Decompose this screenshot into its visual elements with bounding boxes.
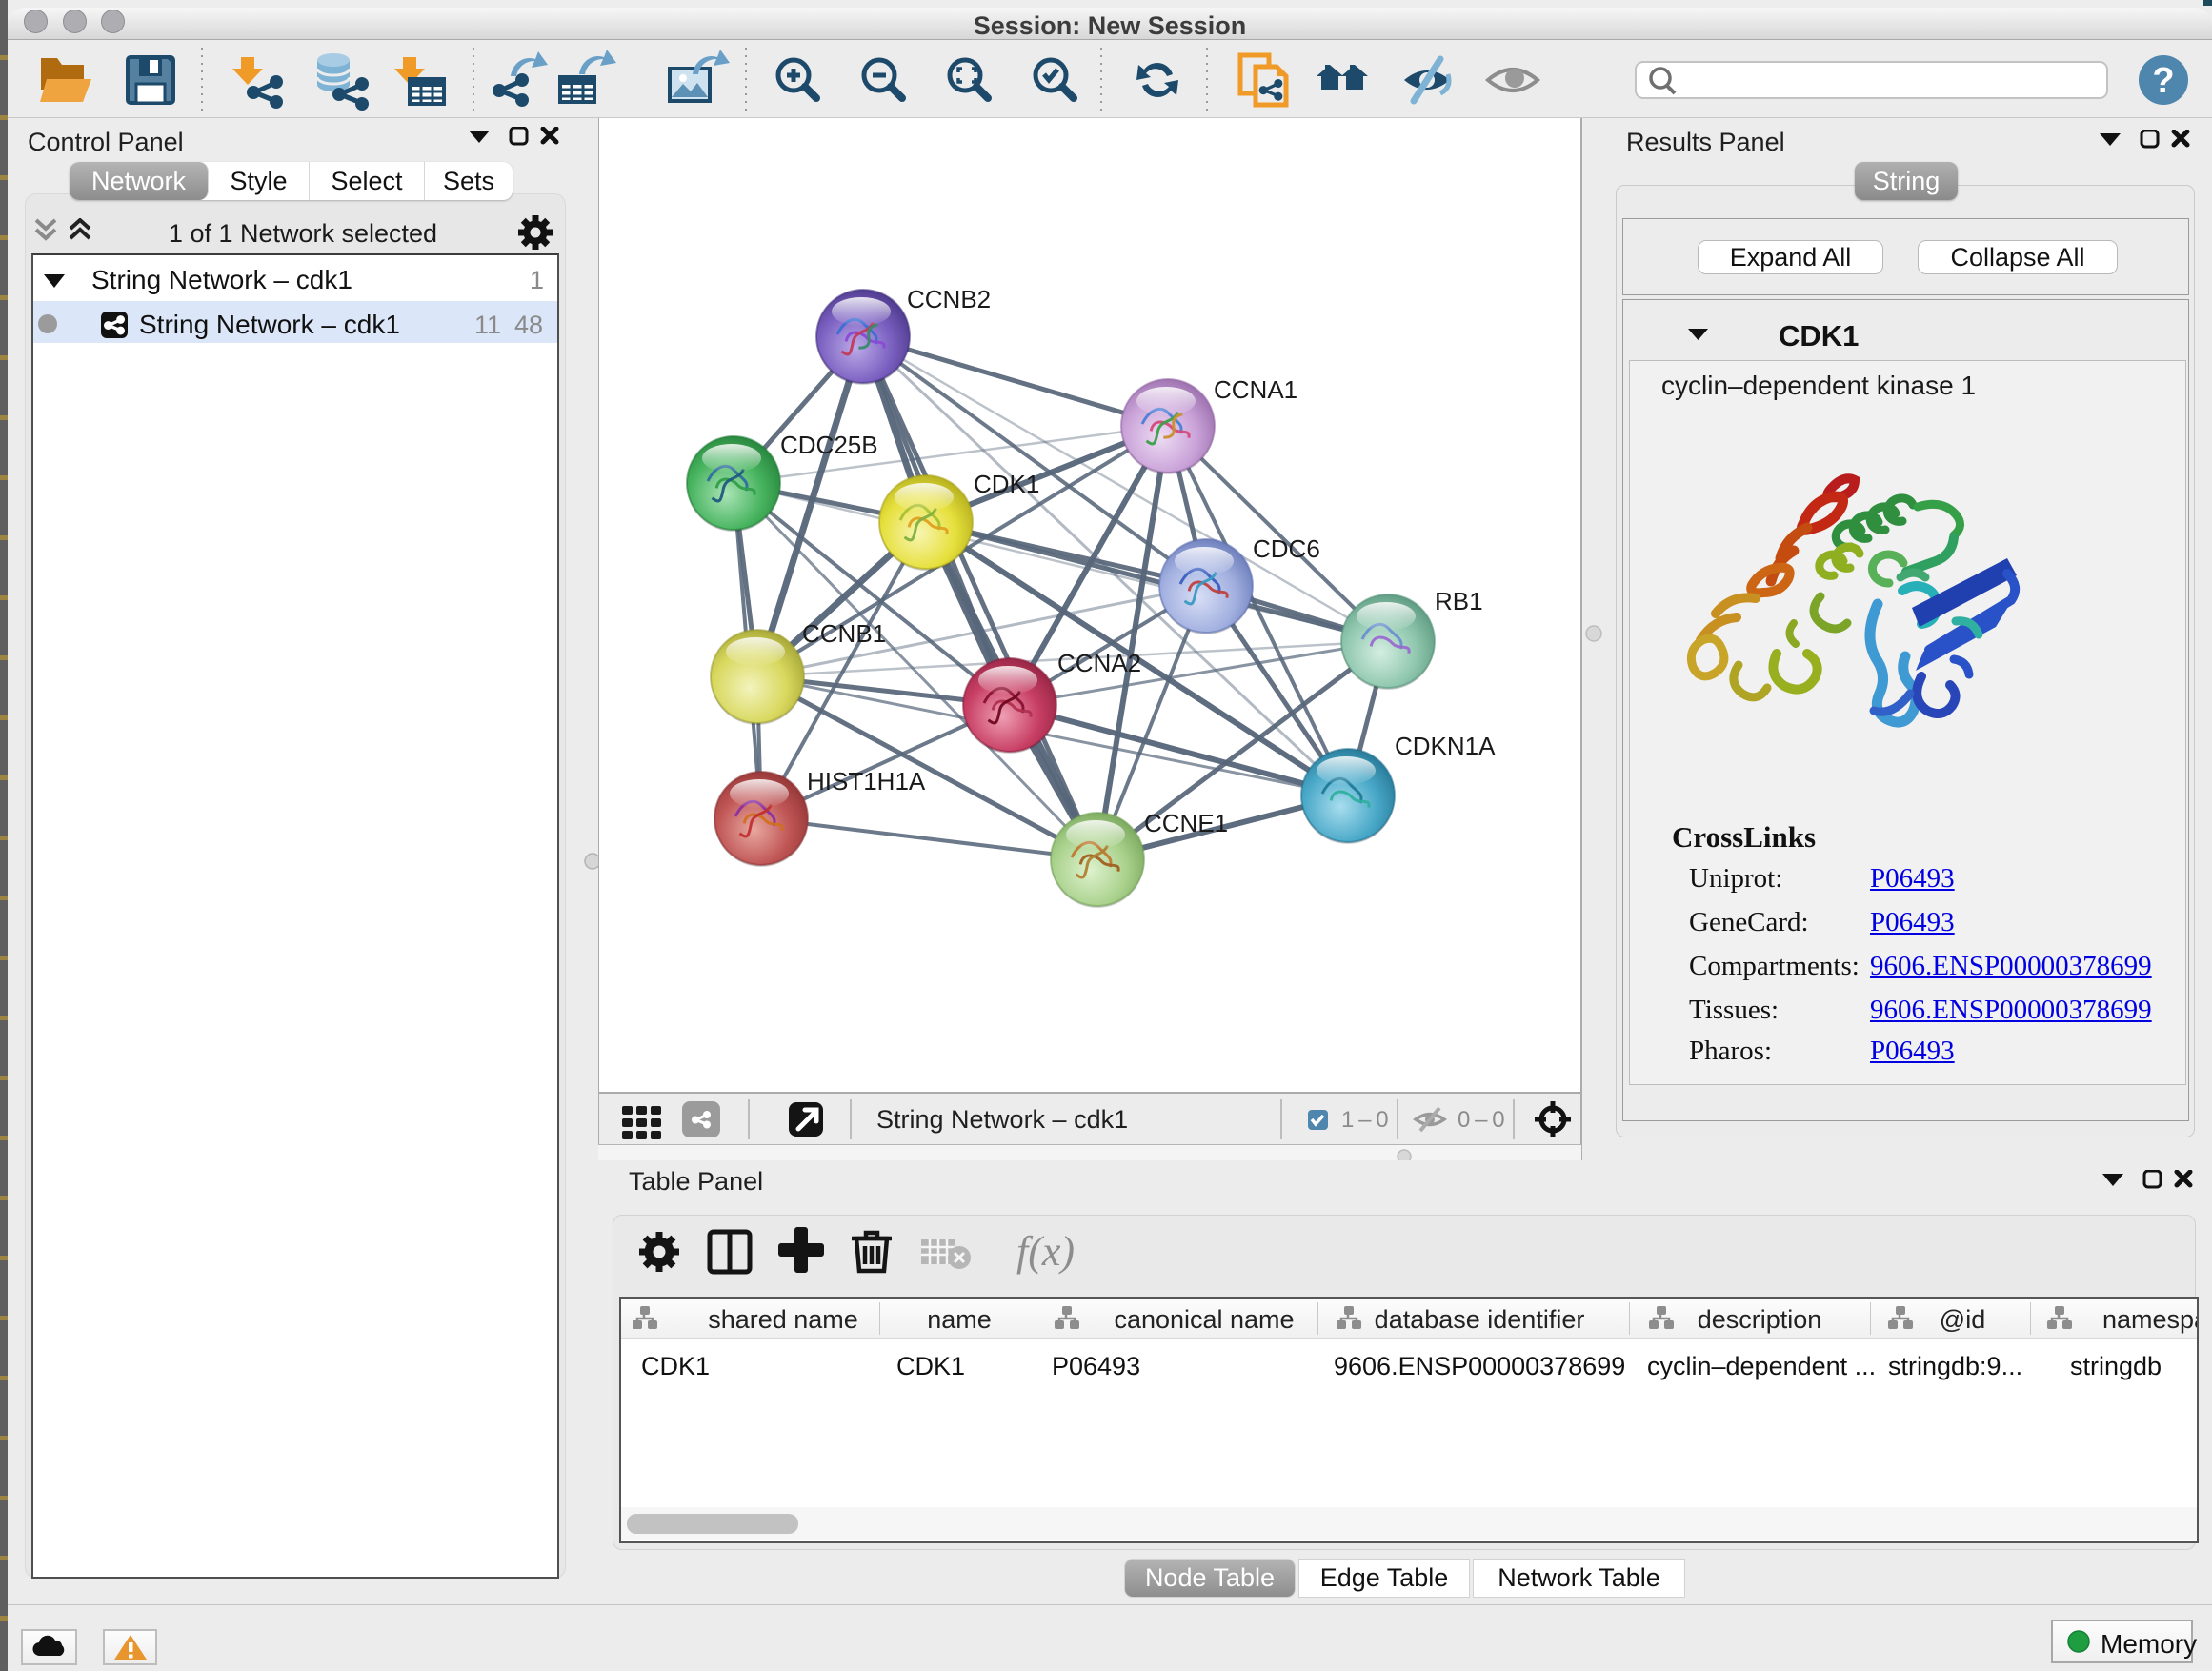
svg-text:CDK1: CDK1 (974, 470, 1039, 498)
svg-text:1 – 0: 1 – 0 (1341, 1107, 1389, 1133)
svg-text:?: ? (2152, 61, 2174, 101)
svg-text:HIST1H1A: HIST1H1A (807, 767, 926, 795)
svg-text:CCNB2: CCNB2 (907, 285, 991, 313)
svg-text:CCNA1: CCNA1 (1214, 375, 1297, 404)
svg-text:CCNB1: CCNB1 (802, 619, 886, 648)
svg-text:String Network – cdk1: String Network – cdk1 (876, 1105, 1128, 1134)
svg-text:RB1: RB1 (1435, 587, 1483, 615)
svg-text:CDKN1A: CDKN1A (1395, 732, 1496, 760)
svg-text:CDC6: CDC6 (1253, 534, 1320, 563)
svg-text:f(x): f(x) (1016, 1228, 1075, 1275)
svg-text:CCNA2: CCNA2 (1057, 649, 1141, 677)
svg-text:CCNE1: CCNE1 (1144, 809, 1228, 837)
svg-text:0 – 0: 0 – 0 (1458, 1107, 1505, 1133)
svg-text:CDC25B: CDC25B (780, 431, 878, 459)
